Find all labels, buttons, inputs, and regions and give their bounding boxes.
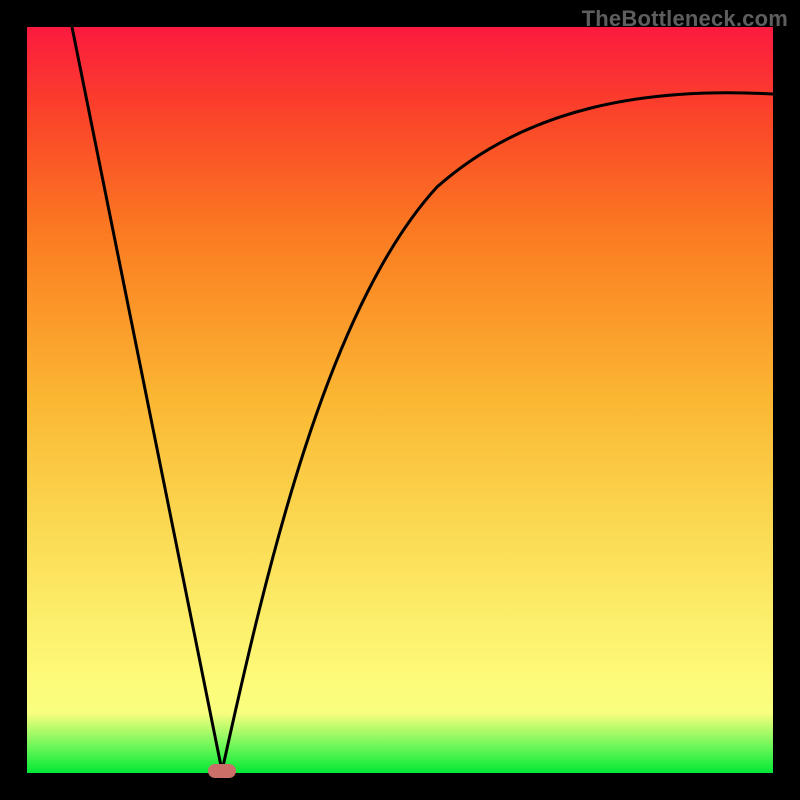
chart-frame: TheBottleneck.com xyxy=(0,0,800,800)
watermark-text: TheBottleneck.com xyxy=(582,6,788,32)
curve-path xyxy=(72,27,773,771)
plot-area xyxy=(27,27,773,773)
bottleneck-curve xyxy=(27,27,773,773)
optimal-marker xyxy=(208,764,236,778)
